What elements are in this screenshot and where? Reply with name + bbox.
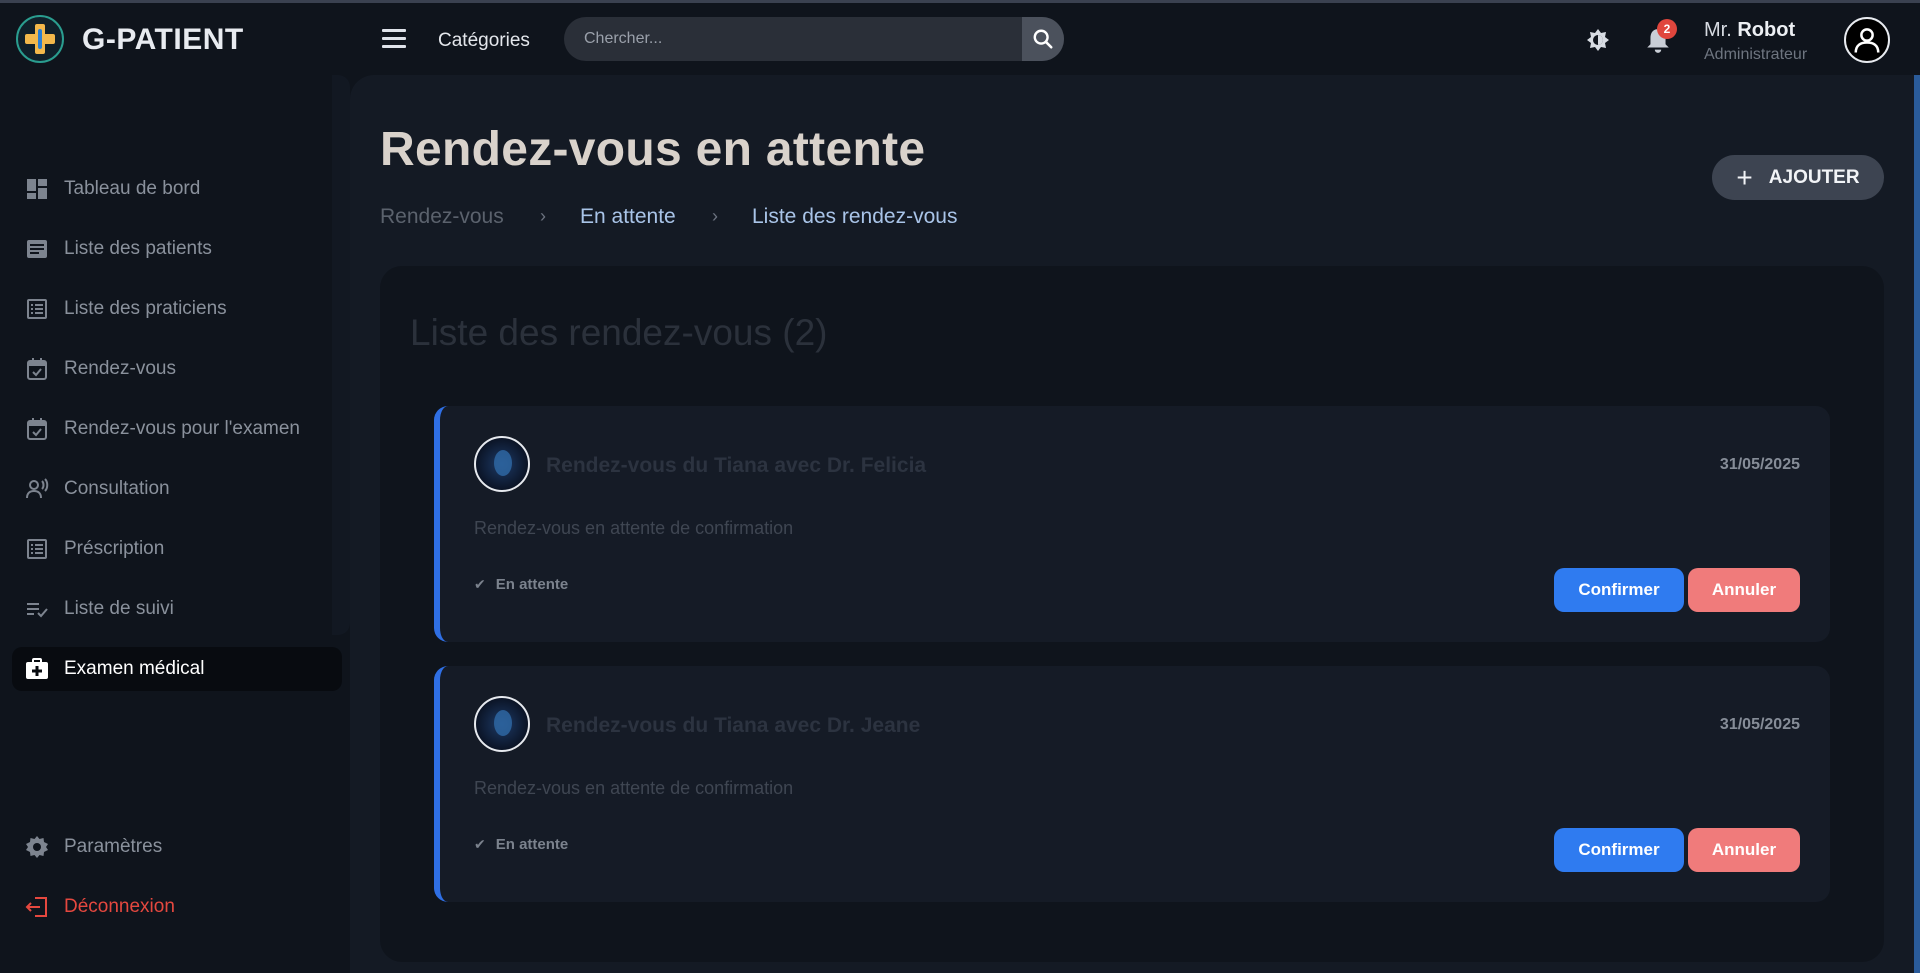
sidebar-item-label: Préscription (64, 538, 165, 559)
dashboard-icon (24, 176, 50, 202)
brand-name: G-PATIENT (82, 23, 244, 56)
user-name-bold: Robot (1737, 19, 1796, 41)
add-button-label: AJOUTER (1768, 166, 1860, 188)
list-title: Liste des rendez-vous (2) (410, 312, 828, 353)
sidebar-item-label: Paramètres (64, 836, 163, 857)
checklist-icon (24, 596, 50, 622)
sidebar-item-follow-up[interactable]: Liste de suivi (12, 587, 342, 631)
breadcrumb-item-list[interactable]: Liste des rendez-vous (752, 205, 957, 229)
confirm-button[interactable]: Confirmer (1554, 828, 1684, 872)
chevron-right-icon: › (712, 206, 718, 226)
user-name: Mr. Robot (1704, 19, 1795, 42)
status-label: En attente (495, 576, 569, 593)
doctor-avatar (474, 436, 530, 492)
appointment-status: ✔ En attente (474, 576, 568, 593)
medical-kit-icon (24, 656, 50, 682)
plus-icon: + (1736, 161, 1753, 193)
status-label: En attente (495, 836, 569, 853)
sidebar-item-label: Déconnexion (64, 896, 175, 917)
hamburger-menu-icon[interactable] (382, 29, 406, 49)
sidebar-item-logout[interactable]: Déconnexion (12, 885, 342, 929)
logout-icon (24, 894, 50, 920)
sidebar-item-dashboard[interactable]: Tableau de bord (12, 167, 342, 211)
sidebar-item-label: Rendez-vous (64, 358, 176, 379)
search-bar (564, 17, 1064, 61)
user-prefix: Mr. (1704, 19, 1732, 41)
sidebar-item-prescription[interactable]: Préscription (12, 527, 342, 571)
sidebar-item-settings[interactable]: Paramètres (12, 825, 342, 869)
brightness-icon[interactable] (1586, 28, 1610, 52)
search-input[interactable] (564, 17, 1024, 61)
appointment-card: Rendez-vous du Tiana avec Dr. Felicia 31… (434, 406, 1830, 642)
appointment-title: Rendez-vous du Tiana avec Dr. Felicia (546, 454, 927, 477)
scrollbar[interactable] (1914, 75, 1920, 973)
calendar-check-icon (24, 356, 50, 382)
sidebar-item-label: Tableau de bord (64, 178, 201, 199)
sidebar-item-label: Examen médical (64, 658, 205, 679)
sidebar-item-medical-exam[interactable]: Examen médical (12, 647, 342, 691)
check-icon: ✔ (474, 576, 486, 592)
sidebar-item-label: Liste des patients (64, 238, 212, 259)
appointment-title: Rendez-vous du Tiana avec Dr. Jeane (546, 714, 921, 737)
sidebar-item-patients[interactable]: Liste des patients (12, 227, 342, 271)
appointment-description: Rendez-vous en attente de confirmation (474, 778, 794, 798)
categories-link[interactable]: Catégories (438, 30, 530, 52)
calendar-check-icon (24, 416, 50, 442)
gear-icon (24, 834, 50, 860)
chevron-right-icon: › (540, 206, 546, 226)
search-icon (1033, 29, 1053, 49)
sidebar-item-label: Liste de suivi (64, 598, 174, 619)
doctor-avatar (474, 696, 530, 752)
add-button[interactable]: + AJOUTER (1712, 155, 1884, 200)
sidebar-item-label: Consultation (64, 478, 170, 499)
voice-user-icon (24, 476, 50, 502)
sidebar-item-appointments[interactable]: Rendez-vous (12, 347, 342, 391)
user-role: Administrateur (1704, 46, 1808, 63)
cancel-button[interactable]: Annuler (1688, 828, 1800, 872)
cancel-button[interactable]: Annuler (1688, 568, 1800, 612)
list-alt-icon (24, 296, 50, 322)
medical-cross-icon (25, 24, 55, 54)
search-button[interactable] (1022, 17, 1064, 61)
appointment-date: 31/05/2025 (1719, 456, 1800, 473)
top-header: G-PATIENT Catégories 2 Mr. Robot Adminis… (0, 3, 1920, 75)
sidebar-item-label: Liste des praticiens (64, 298, 227, 319)
app-logo[interactable] (16, 15, 64, 63)
page-title: Rendez-vous en attente (380, 123, 926, 176)
scrollbar-thumb[interactable] (1914, 75, 1920, 973)
check-icon: ✔ (474, 836, 486, 852)
breadcrumb-item-appointments[interactable]: Rendez-vous (380, 205, 504, 229)
sidebar-item-exam-appointments[interactable]: Rendez-vous pour l'examen (12, 407, 342, 451)
sidebar-item-label: Rendez-vous pour l'examen (64, 418, 300, 439)
breadcrumb-item-pending[interactable]: En attente (580, 205, 676, 229)
user-avatar[interactable] (1844, 17, 1890, 63)
list-icon (24, 236, 50, 262)
sidebar-item-practitioners[interactable]: Liste des praticiens (12, 287, 342, 331)
appointment-status: ✔ En attente (474, 836, 568, 853)
notification-badge: 2 (1657, 19, 1677, 39)
sidebar: Tableau de bord Liste des patients Liste… (0, 75, 350, 973)
appointment-card: Rendez-vous du Tiana avec Dr. Jeane 31/0… (434, 666, 1830, 902)
appointment-description: Rendez-vous en attente de confirmation (474, 518, 794, 538)
user-icon (1854, 28, 1880, 53)
appointment-date: 31/05/2025 (1719, 716, 1800, 733)
confirm-button[interactable]: Confirmer (1554, 568, 1684, 612)
sidebar-item-consultation[interactable]: Consultation (12, 467, 342, 511)
list-alt-icon (24, 536, 50, 562)
